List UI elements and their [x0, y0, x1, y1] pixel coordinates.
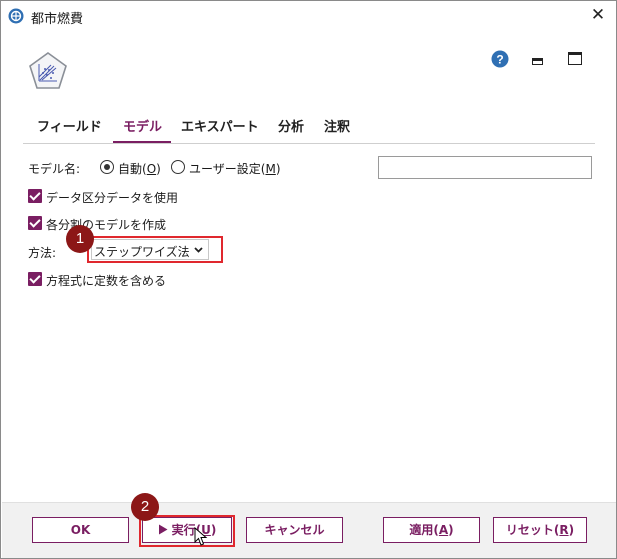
- include-constant-checkbox[interactable]: [28, 272, 42, 286]
- tab-annotations[interactable]: 注釈: [324, 117, 350, 143]
- tab-expert[interactable]: エキスパート: [181, 117, 259, 143]
- highlight-box-method: [87, 236, 223, 263]
- radio-auto[interactable]: [100, 160, 114, 174]
- use-partition-label: データ区分データを使用: [46, 191, 179, 205]
- ok-button[interactable]: OK: [32, 517, 129, 543]
- use-partition-checkbox[interactable]: [28, 189, 42, 203]
- title-bar: 都市燃費 ✕: [1, 1, 616, 31]
- apply-button[interactable]: 適用(A): [383, 517, 480, 543]
- include-constant-label: 方程式に定数を含める: [46, 274, 167, 288]
- svg-text:?: ?: [496, 53, 503, 67]
- close-icon[interactable]: ✕: [588, 5, 608, 25]
- regression-node-icon: [29, 52, 67, 89]
- radio-auto-label: 自動(O): [118, 162, 161, 176]
- step-badge-1: 1: [66, 225, 94, 253]
- help-icon[interactable]: ?: [491, 50, 509, 68]
- tab-model[interactable]: モデル: [123, 117, 162, 143]
- mouse-pointer-icon: [194, 527, 208, 546]
- split-models-label: 各分割のモデルを作成: [46, 218, 167, 232]
- model-name-input[interactable]: [378, 156, 592, 179]
- tab-divider: [23, 143, 595, 144]
- method-label: 方法:: [28, 246, 57, 260]
- radio-custom-label: ユーザー設定(M): [189, 162, 281, 176]
- dialog-window: 都市燃費 ✕ ? フィールド モデル エキスパート 分析 注釈 モデル名: 自動…: [0, 0, 617, 559]
- highlight-box-run: [139, 515, 235, 547]
- app-icon: [8, 8, 24, 24]
- minimize-icon[interactable]: [532, 58, 543, 65]
- window-title: 都市燃費: [31, 12, 84, 27]
- split-models-checkbox[interactable]: [28, 216, 42, 230]
- cancel-button[interactable]: キャンセル: [246, 517, 343, 543]
- radio-custom[interactable]: [171, 160, 185, 174]
- tab-analysis[interactable]: 分析: [278, 117, 304, 143]
- step-badge-2: 2: [131, 493, 159, 521]
- model-name-label: モデル名:: [28, 162, 81, 176]
- tab-fields[interactable]: フィールド: [37, 117, 102, 143]
- reset-button[interactable]: リセット(R): [493, 517, 587, 543]
- maximize-icon[interactable]: [568, 52, 582, 65]
